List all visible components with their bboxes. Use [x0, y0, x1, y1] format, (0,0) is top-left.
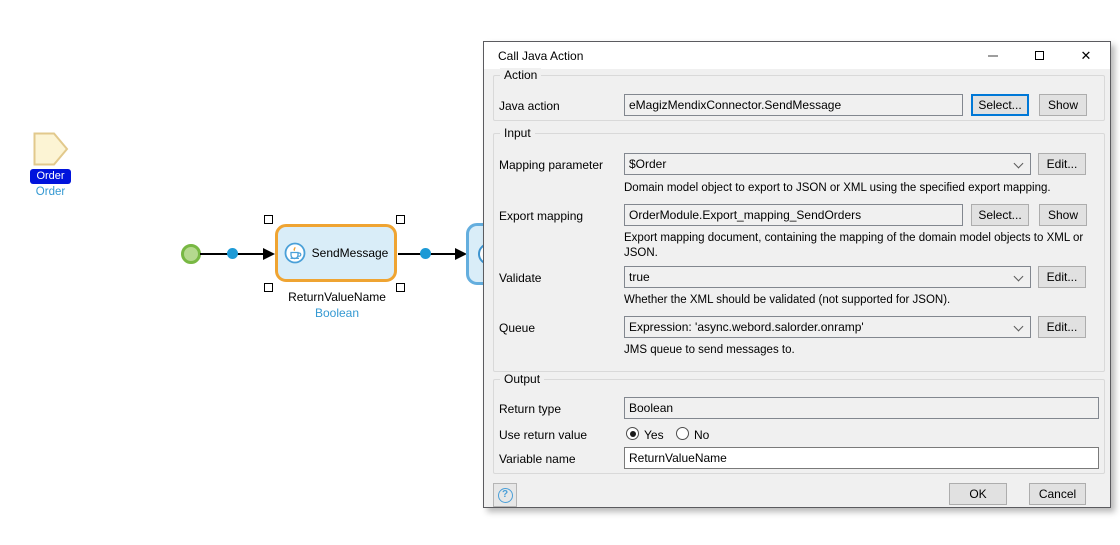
java-action-icon — [284, 242, 306, 264]
validate-edit-button[interactable]: Edit... — [1038, 266, 1086, 288]
chevron-down-icon — [1013, 158, 1024, 169]
export-mapping-description: Export mapping document, containing the … — [624, 232, 1084, 259]
minimize-icon — [988, 54, 998, 57]
activity-return-type: Boolean — [314, 306, 360, 320]
output-group-label: Output — [500, 372, 545, 386]
export-mapping-label: Export mapping — [499, 209, 584, 223]
selection-handle-top-left[interactable] — [264, 215, 273, 224]
help-button[interactable]: ? — [493, 483, 517, 507]
parameter-shape[interactable] — [33, 132, 69, 166]
selection-handle-top-right[interactable] — [396, 215, 405, 224]
mapping-parameter-combobox[interactable]: $Order — [624, 153, 1031, 175]
flow-midpoint-dot-2[interactable] — [420, 248, 431, 259]
activity-variable-name: ReturnValueName — [288, 290, 386, 304]
mapping-parameter-label: Mapping parameter — [499, 158, 604, 172]
mapping-parameter-value: $Order — [629, 157, 667, 171]
queue-label: Queue — [499, 321, 536, 335]
parameter-name-selected[interactable]: Order — [30, 169, 71, 184]
export-mapping-field: OrderModule.Export_mapping_SendOrders — [624, 204, 963, 226]
queue-description: JMS queue to send messages to. — [624, 344, 795, 356]
mapping-parameter-edit-button[interactable]: Edit... — [1038, 153, 1086, 175]
java-action-field: eMagizMendixConnector.SendMessage — [624, 94, 963, 116]
queue-combobox[interactable]: Expression: 'async.webord.salorder.onram… — [624, 316, 1031, 338]
ok-button[interactable]: OK — [949, 483, 1007, 505]
radio-yes-label[interactable]: Yes — [644, 428, 664, 442]
activity-label: SendMessage — [311, 246, 389, 260]
queue-edit-button[interactable]: Edit... — [1038, 316, 1086, 338]
java-action-select-button[interactable]: Select... — [971, 94, 1029, 116]
maximize-button[interactable] — [1024, 43, 1054, 68]
parameter-entity-label: Order — [35, 186, 66, 198]
cancel-button[interactable]: Cancel — [1029, 483, 1086, 505]
queue-value: Expression: 'async.webord.salorder.onram… — [629, 320, 864, 334]
return-type-label: Return type — [499, 402, 562, 416]
export-mapping-select-button[interactable]: Select... — [971, 204, 1029, 226]
java-action-label: Java action — [499, 99, 560, 113]
mapping-parameter-description: Domain model object to export to JSON or… — [624, 182, 1051, 194]
variable-name-input[interactable]: ReturnValueName — [624, 447, 1099, 469]
maximize-icon — [1034, 51, 1044, 60]
close-button[interactable]: ✕ — [1071, 43, 1101, 68]
help-icon: ? — [497, 487, 513, 503]
dialog-titlebar[interactable]: Call Java Action ✕ — [484, 42, 1110, 69]
return-type-field: Boolean — [624, 397, 1099, 419]
java-action-show-button[interactable]: Show — [1039, 94, 1087, 116]
input-group-label: Input — [500, 126, 535, 140]
close-icon: ✕ — [1080, 48, 1092, 63]
radio-no[interactable] — [676, 427, 689, 440]
variable-name-label: Variable name — [499, 452, 576, 466]
validate-combobox[interactable]: true — [624, 266, 1031, 288]
flow-midpoint-dot[interactable] — [227, 248, 238, 259]
java-action-activity[interactable]: SendMessage — [275, 224, 397, 282]
dialog-title: Call Java Action — [498, 49, 584, 63]
validate-value: true — [629, 270, 650, 284]
minimize-button — [978, 43, 1008, 68]
radio-no-label[interactable]: No — [694, 428, 709, 442]
chevron-down-icon — [1013, 271, 1024, 282]
sequence-flow-arrowhead — [263, 248, 275, 260]
start-event[interactable] — [181, 244, 201, 264]
validate-label: Validate — [499, 271, 542, 285]
export-mapping-show-button[interactable]: Show — [1039, 204, 1087, 226]
validate-description: Whether the XML should be validated (not… — [624, 294, 951, 306]
use-return-value-label: Use return value — [499, 428, 588, 442]
radio-yes[interactable] — [626, 427, 639, 440]
chevron-down-icon — [1013, 321, 1024, 332]
call-java-action-dialog: Call Java Action ✕ Action Java action eM… — [483, 41, 1111, 508]
action-group-label: Action — [500, 68, 542, 82]
